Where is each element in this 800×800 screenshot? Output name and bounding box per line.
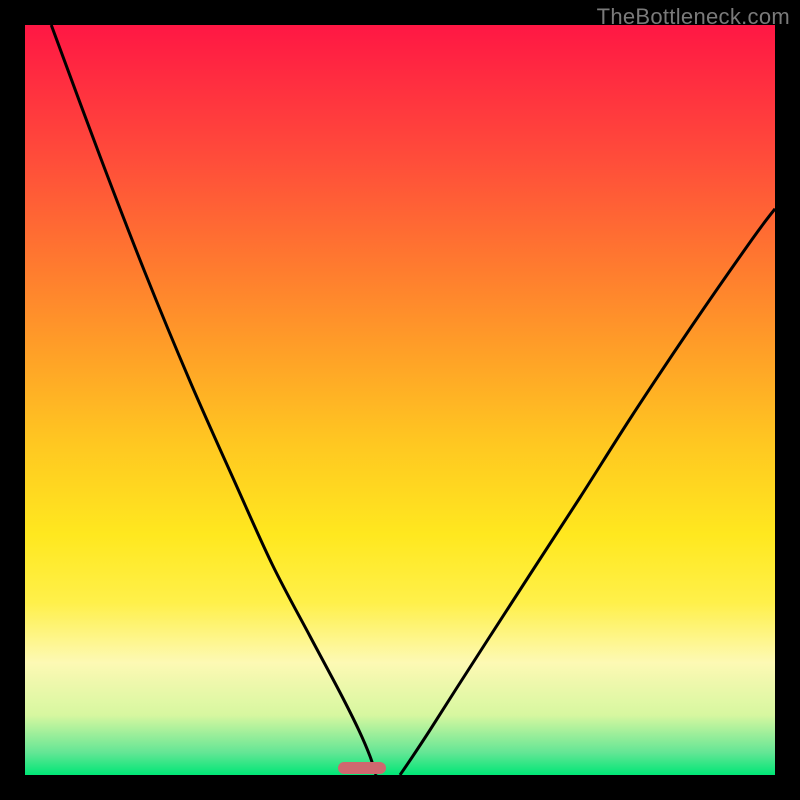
attribution-text: TheBottleneck.com (597, 4, 790, 30)
optimal-marker (338, 762, 386, 774)
plot-area (25, 25, 775, 775)
